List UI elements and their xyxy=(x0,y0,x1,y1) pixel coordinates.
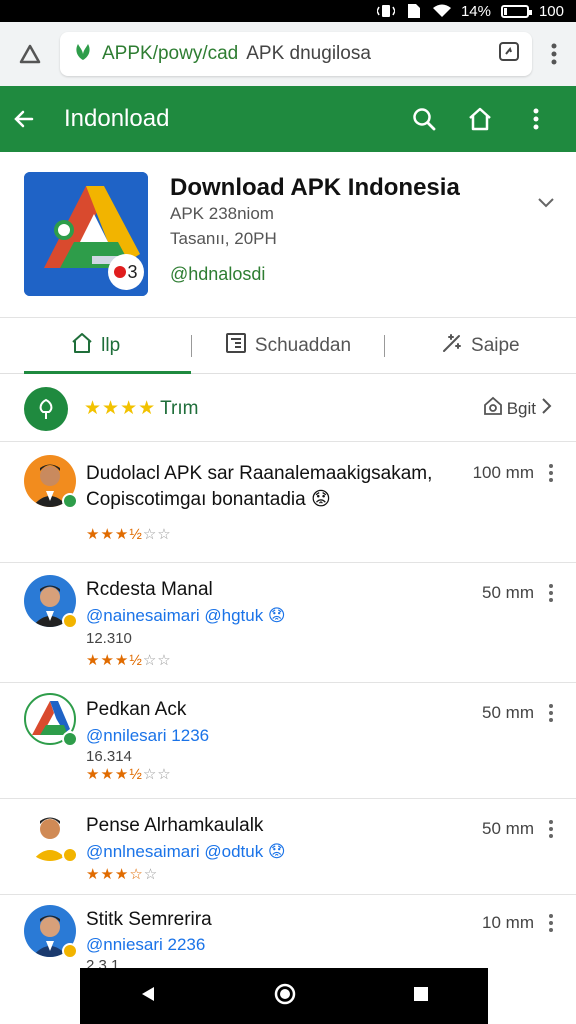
review-time: 50 mm xyxy=(482,583,534,602)
site-leaf-icon xyxy=(72,40,94,68)
vibrate-icon xyxy=(376,4,395,18)
url-path: APK dnugilosa xyxy=(246,43,371,64)
app-logo: 3 xyxy=(24,172,148,296)
tab-share[interactable]: Saipe xyxy=(385,318,576,373)
review-time: 100 mm xyxy=(472,463,534,482)
chevron-right-icon xyxy=(540,397,552,420)
battery-icon xyxy=(500,4,532,18)
list-icon xyxy=(225,332,247,360)
review-list: Dudolacl APK sar Raanalemaakigsakam, Cop… xyxy=(0,443,576,975)
url-domain: APPK/powy/cad xyxy=(102,43,239,64)
battery-percent: 14% xyxy=(460,2,491,20)
list-item[interactable]: Rcdesta Manal @nainesaimari @hgtuk 😟 12.… xyxy=(0,563,576,683)
system-nav-bar xyxy=(80,968,488,1024)
app-date: Tasanıı, 20PH xyxy=(170,229,277,248)
list-item[interactable]: Dudolacl APK sar Raanalemaakigsakam, Cop… xyxy=(0,443,576,563)
rating-label: Trım xyxy=(160,397,199,419)
house-icon xyxy=(483,396,503,421)
home-triangle-icon[interactable] xyxy=(10,34,50,74)
avatar xyxy=(24,905,78,959)
url-field[interactable]: APPK/powy/cad APK dnugilosa xyxy=(60,32,532,76)
avatar xyxy=(24,693,78,747)
reviewer-handle[interactable]: @nainesaimari @hgtuk 😟 xyxy=(86,606,286,626)
back-arrow-icon[interactable] xyxy=(12,107,36,131)
nav-recents-icon[interactable] xyxy=(412,985,430,1008)
app-title: Download APK Indonesia xyxy=(170,174,460,201)
tab-bar: llp Schuaddan Saipe xyxy=(0,318,576,374)
review-text: Dudolacl APK sar Raanalemaakigsakam, Cop… xyxy=(86,463,433,510)
list-item[interactable]: Pedkan Ack @nnilesari 1236 16.314 ★★★½☆☆… xyxy=(0,683,576,799)
browser-menu-icon[interactable] xyxy=(542,34,566,74)
item-menu-icon[interactable] xyxy=(548,463,556,483)
tree-icon xyxy=(24,386,68,431)
developer-link[interactable]: @hdnalosdi xyxy=(170,264,265,285)
review-count: 16.314 xyxy=(86,748,132,765)
tab-schedule[interactable]: Schuaddan xyxy=(192,318,383,373)
review-count: 12.310 xyxy=(86,630,132,647)
review-stars: ★★★½☆☆ xyxy=(86,526,172,543)
review-stars: ★★★½☆☆ xyxy=(86,652,172,669)
avatar xyxy=(24,455,78,509)
review-time: 50 mm xyxy=(482,819,534,838)
review-stars: ★★★½☆☆ xyxy=(86,766,172,783)
home-icon xyxy=(71,332,93,360)
avatar xyxy=(24,809,78,863)
rating-summary[interactable]: ★★★★ Trım Bgit xyxy=(0,376,576,442)
item-menu-icon[interactable] xyxy=(548,819,556,839)
clock: 100 xyxy=(538,2,564,20)
reviewer-name: Pense Alrhamkaulalk xyxy=(86,815,264,836)
wifi-icon xyxy=(432,4,451,18)
magic-icon xyxy=(441,332,463,360)
nav-back-icon[interactable] xyxy=(138,984,158,1009)
rating-stars: ★★★★ xyxy=(84,398,157,419)
tab-home[interactable]: llp xyxy=(0,318,192,374)
item-menu-icon[interactable] xyxy=(548,703,556,723)
page-title: Indonload xyxy=(64,105,170,132)
app-version: APK 238niom xyxy=(170,204,274,223)
list-item[interactable]: Pense Alrhamkaulalk @nnlnesaimari @odtuk… xyxy=(0,799,576,895)
rating-more-link[interactable]: Bgit xyxy=(483,396,552,421)
app-bar: Indonload xyxy=(0,86,576,152)
sim-icon xyxy=(405,4,423,18)
reviewer-handle[interactable]: @nniesari 2236 xyxy=(86,935,205,955)
reviewer-name: Pedkan Ack xyxy=(86,699,187,720)
item-menu-icon[interactable] xyxy=(548,913,556,933)
app-badge: 3 xyxy=(108,254,144,290)
tab-switcher-icon[interactable] xyxy=(498,40,520,68)
home-icon[interactable] xyxy=(452,91,508,147)
chevron-down-icon[interactable] xyxy=(534,190,558,214)
status-bar: 14% 100 xyxy=(0,0,576,22)
reviewer-handle[interactable]: @nnilesari 1236 xyxy=(86,726,209,746)
avatar xyxy=(24,575,78,629)
nav-home-icon[interactable] xyxy=(273,982,297,1011)
review-stars: ★★★☆☆ xyxy=(86,866,159,883)
browser-toolbar: APPK/powy/cad APK dnugilosa xyxy=(0,22,576,86)
reviewer-name: Rcdesta Manal xyxy=(86,579,213,600)
item-menu-icon[interactable] xyxy=(548,583,556,603)
review-time: 50 mm xyxy=(482,703,534,722)
review-time: 10 mm xyxy=(482,913,534,932)
list-item[interactable]: Stitk Semrerira @nniesari 2236 2 3 1 10 … xyxy=(0,895,576,975)
reviewer-name: Stitk Semrerira xyxy=(86,909,212,930)
search-icon[interactable] xyxy=(396,91,452,147)
reviewer-handle[interactable]: @nnlnesaimari @odtuk 😟 xyxy=(86,842,286,862)
overflow-menu-icon[interactable] xyxy=(508,91,564,147)
app-header: 3 Download APK Indonesia APK 238niom Tas… xyxy=(0,152,576,318)
